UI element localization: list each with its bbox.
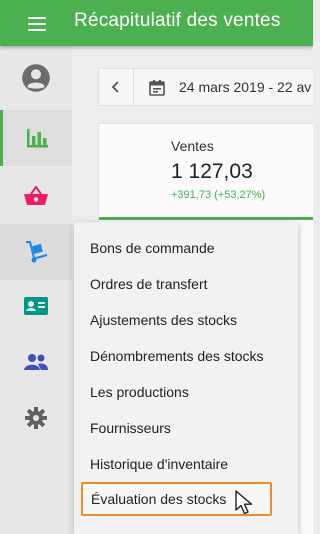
sidebar-item-customers[interactable] <box>0 278 72 334</box>
inventory-submenu: Bons de commande Ordres de transfert Aju… <box>74 222 298 534</box>
sidebar-item-account[interactable] <box>0 50 72 106</box>
shopping-basket-icon <box>24 185 48 205</box>
menu-item-productions[interactable]: Les productions <box>74 374 298 410</box>
sidebar-item-inventory[interactable] <box>0 224 72 280</box>
hamburger-menu-icon[interactable] <box>24 14 50 32</box>
app-bar: Récapitulatif des ventes <box>0 0 313 46</box>
calendar-icon <box>149 80 165 96</box>
menu-item-purchase-orders[interactable]: Bons de commande <box>74 230 298 266</box>
contact-card-icon <box>24 297 48 315</box>
gear-icon <box>25 407 47 429</box>
date-range-text: 24 mars 2019 - 22 av <box>179 79 312 95</box>
sidebar-item-settings[interactable] <box>0 390 72 446</box>
selected-indicator <box>99 217 313 220</box>
sidebar-item-reports[interactable] <box>0 110 72 166</box>
sidebar-item-employees[interactable] <box>0 334 72 390</box>
page-title: Récapitulatif des ventes <box>74 10 281 31</box>
menu-item-stock-adjustments[interactable]: Ajustements des stocks <box>74 302 298 338</box>
summary-label: Ventes <box>171 138 214 154</box>
chevron-left-icon <box>111 81 119 93</box>
previous-period-button[interactable] <box>99 69 134 105</box>
menu-item-transfer-orders[interactable]: Ordres de transfert <box>74 266 298 302</box>
mouse-pointer-icon <box>235 490 253 515</box>
bar-chart-icon <box>26 129 48 148</box>
menu-item-inventory-history[interactable]: Historique d'inventaire <box>74 446 298 482</box>
summary-delta: +391,73 (+53,27%) <box>171 189 266 201</box>
summary-value: 1 127,03 <box>171 160 253 183</box>
app-window: Récapitulatif des ventes 24 mars 2019 - … <box>0 0 313 534</box>
menu-item-inventory-counts[interactable]: Dénombrements des stocks <box>74 338 298 374</box>
account-circle-icon <box>22 64 50 92</box>
dolly-icon <box>26 241 48 263</box>
menu-item-suppliers[interactable]: Fournisseurs <box>74 410 298 446</box>
sidebar <box>0 46 72 534</box>
sidebar-item-items[interactable] <box>0 168 72 224</box>
date-range-selector[interactable]: 24 mars 2019 - 22 av <box>98 68 313 106</box>
people-icon <box>24 354 48 370</box>
